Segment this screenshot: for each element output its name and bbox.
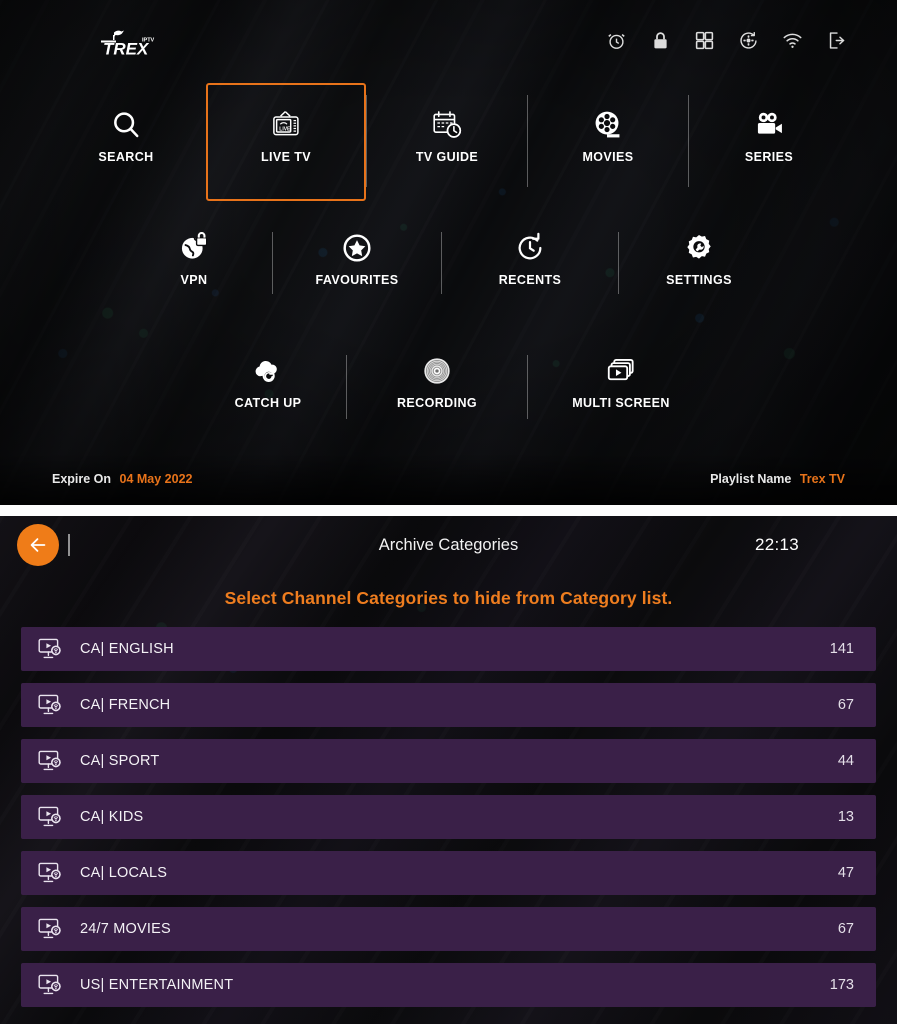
category-row[interactable]: 24/7 MOVIES 67 xyxy=(21,907,876,951)
nav-label: SERIES xyxy=(744,150,794,164)
gear-wrench-icon xyxy=(683,232,715,264)
category-label: CA| KIDS xyxy=(80,809,144,825)
vpn-globe-lock-icon xyxy=(178,232,210,264)
nav-item-live-tv[interactable]: LIVE LIVE TV xyxy=(206,83,366,201)
nav-label: CATCH UP xyxy=(234,396,302,410)
expire-value: 04 May 2022 xyxy=(119,472,193,486)
live-tv-icon: LIVE xyxy=(270,109,302,141)
playlist-value: Trex TV xyxy=(799,472,845,486)
tv-play-icon xyxy=(37,748,63,774)
tv-play-icon xyxy=(37,916,63,942)
clock-display: 22:13 xyxy=(754,535,799,554)
nav-item-multi-screen[interactable]: MULTI SCREEN xyxy=(528,355,714,410)
nav-item-recents[interactable]: RECENTS xyxy=(442,232,618,287)
nav-item-tv-guide[interactable]: TV GUIDE xyxy=(367,83,527,164)
lock-icon[interactable] xyxy=(650,30,671,51)
nav-item-catch-up[interactable]: CATCH UP xyxy=(190,355,346,410)
playlist-label: Playlist Name xyxy=(710,472,792,486)
category-count: 173 xyxy=(829,977,854,993)
home-footer: Expire On 04 May 2022 Playlist Name Trex… xyxy=(0,453,897,505)
status-icon-bar xyxy=(606,30,847,51)
category-label: 24/7 MOVIES xyxy=(80,921,171,937)
svg-text:IPTV: IPTV xyxy=(142,38,155,44)
category-count: 67 xyxy=(837,697,854,713)
nav-label: MULTI SCREEN xyxy=(572,396,670,410)
nav-label: TV GUIDE xyxy=(415,150,479,164)
nav-label: VPN xyxy=(180,273,208,287)
nav-label: LIVE TV xyxy=(260,150,312,164)
category-count: 13 xyxy=(837,809,854,825)
tv-play-icon xyxy=(37,692,63,718)
category-count: 141 xyxy=(829,641,854,657)
tv-play-icon xyxy=(37,636,63,662)
clock-arrow-icon xyxy=(514,232,546,264)
category-label: CA| ENGLISH xyxy=(80,641,174,657)
tv-play-icon xyxy=(37,972,63,998)
expire-info: Expire On 04 May 2022 xyxy=(52,470,192,488)
tv-play-icon xyxy=(37,804,63,830)
category-row[interactable]: US| ENTERTAINMENT 173 xyxy=(21,963,876,1007)
category-label: CA| SPORT xyxy=(80,753,160,769)
nav-item-settings[interactable]: SETTINGS xyxy=(619,232,779,287)
nav-item-favourites[interactable]: FAVOURITES xyxy=(273,232,441,287)
nav-label: MOVIES xyxy=(582,150,634,164)
tv-guide-icon xyxy=(431,109,463,141)
category-label: US| ENTERTAINMENT xyxy=(80,977,234,993)
category-label: CA| LOCALS xyxy=(80,865,168,881)
instruction-text: Select Channel Categories to hide from C… xyxy=(224,588,673,608)
nav-label: RECORDING xyxy=(397,396,477,410)
nav-row-primary: SEARCH LIVE LIVE TV TV GUIDE MOVIES SERI… xyxy=(0,83,897,201)
category-list: CA| ENGLISH 141 CA| FRENCH 67 CA| SPORT … xyxy=(0,627,897,1007)
nav-label: FAVOURITES xyxy=(315,273,399,287)
category-row[interactable]: CA| FRENCH 67 xyxy=(21,683,876,727)
nav-item-vpn[interactable]: VPN xyxy=(116,232,272,287)
back-button[interactable] xyxy=(17,524,59,566)
svg-text:LIVE: LIVE xyxy=(279,126,291,132)
home-panel: TREX IPTV SEARCH LIVE LIVE TV TV GUIDE M… xyxy=(0,0,897,505)
category-row[interactable]: CA| KIDS 13 xyxy=(21,795,876,839)
multi-screen-icon xyxy=(605,355,637,387)
playlist-info: Playlist Name Trex TV xyxy=(710,470,845,488)
alarm-clock-icon[interactable] xyxy=(606,30,627,51)
apps-grid-icon[interactable] xyxy=(694,30,715,51)
logout-icon[interactable] xyxy=(826,30,847,51)
categories-header: Archive Categories 22:13 xyxy=(0,516,897,574)
wifi-icon[interactable] xyxy=(782,30,803,51)
settings-refresh-icon[interactable] xyxy=(738,30,759,51)
trex-logo: TREX IPTV xyxy=(99,28,161,62)
search-icon xyxy=(110,109,142,141)
category-row[interactable]: CA| ENGLISH 141 xyxy=(21,627,876,671)
film-reel-icon xyxy=(592,109,624,141)
nav-label: SETTINGS xyxy=(666,273,732,287)
panel-separator xyxy=(0,505,897,516)
nav-item-movies[interactable]: MOVIES xyxy=(528,83,688,164)
category-label: CA| FRENCH xyxy=(80,697,171,713)
header-divider xyxy=(68,534,70,556)
nav-item-series[interactable]: SERIES xyxy=(689,83,849,164)
nav-row-tertiary: CATCH UP RECORDING MULTI SCREEN xyxy=(0,355,897,425)
archive-categories-panel: Archive Categories 22:13 Select Channel … xyxy=(0,516,897,1024)
nav-row-secondary: VPN FAVOURITES RECENTS SETTINGS xyxy=(0,232,897,302)
category-count: 47 xyxy=(837,865,854,881)
tv-play-icon xyxy=(37,860,63,886)
nav-label: SEARCH xyxy=(98,150,154,164)
category-row[interactable]: CA| SPORT 44 xyxy=(21,739,876,783)
cloud-refresh-icon xyxy=(252,355,284,387)
category-count: 67 xyxy=(837,921,854,937)
disc-icon xyxy=(421,355,453,387)
category-row[interactable]: CA| LOCALS 47 xyxy=(21,851,876,895)
star-circle-icon xyxy=(341,232,373,264)
arrow-left-icon xyxy=(27,534,49,556)
expire-label: Expire On xyxy=(52,472,112,486)
nav-item-recording[interactable]: RECORDING xyxy=(347,355,527,410)
nav-item-search[interactable]: SEARCH xyxy=(46,83,206,164)
category-count: 44 xyxy=(837,753,854,769)
nav-label: RECENTS xyxy=(498,273,562,287)
video-camera-icon xyxy=(753,109,785,141)
